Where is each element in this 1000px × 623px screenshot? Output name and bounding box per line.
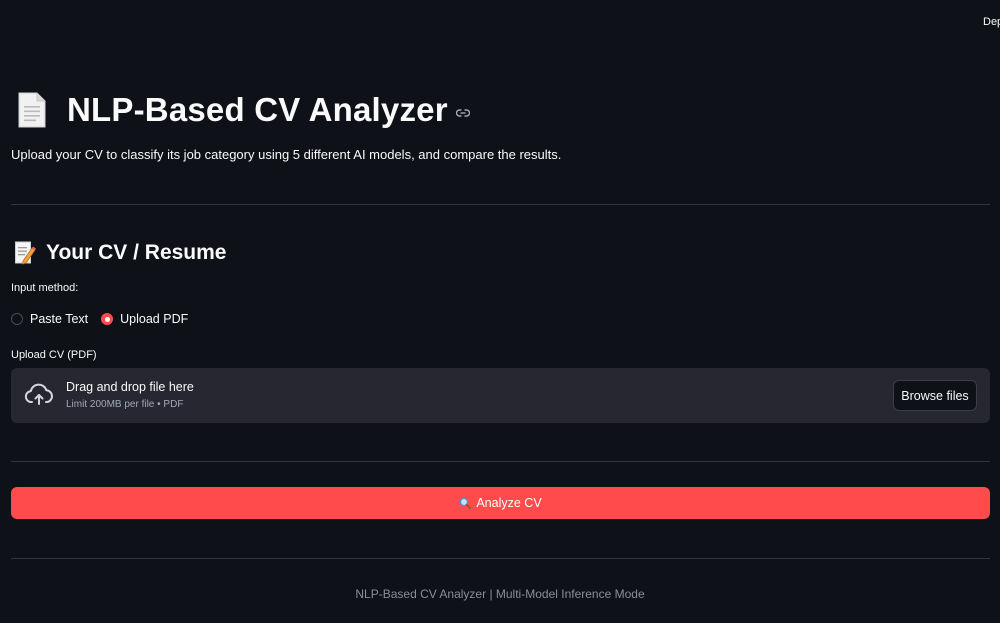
magnifying-glass-icon (459, 497, 472, 509)
radio-label: Upload PDF (120, 312, 189, 326)
input-method-label: Input method: (11, 282, 79, 294)
page-title: NLP-Based CV Analyzer (67, 91, 448, 128)
divider (11, 204, 990, 205)
divider (11, 558, 990, 559)
dropzone-instructions: Drag and drop file here (66, 380, 194, 394)
cloud-upload-icon (24, 382, 54, 408)
radio-option-paste-text[interactable]: Paste Text (11, 312, 88, 326)
radio-label: Paste Text (30, 312, 89, 326)
memo-pencil-icon (14, 240, 38, 266)
section-header: Your CV / Resume (14, 238, 227, 268)
section-title: Your CV / Resume (46, 241, 227, 264)
page-title-row: NLP-Based CV Analyzer (11, 88, 470, 132)
page-document-icon (11, 88, 53, 132)
browse-files-button[interactable]: Browse files (893, 380, 977, 411)
radio-button-selected[interactable] (101, 313, 114, 325)
page-subtitle: Upload your CV to classify its job categ… (11, 147, 562, 162)
analyze-cv-button[interactable]: Analyze CV (11, 487, 990, 519)
app-page: Deploy NLP-Based CV Analyzer Upload your… (0, 0, 1000, 623)
radio-option-upload-pdf[interactable]: Upload PDF (101, 312, 188, 326)
radio-button-unselected[interactable] (11, 313, 23, 325)
input-method-radio-group: Paste Text Upload PDF (11, 310, 201, 328)
upload-cv-label: Upload CV (PDF) (11, 349, 97, 361)
analyze-cv-label: Analyze CV (476, 496, 542, 510)
link-icon[interactable] (455, 106, 470, 120)
file-dropzone[interactable]: Drag and drop file here Limit 200MB per … (11, 368, 990, 423)
deploy-button[interactable]: Deploy (983, 16, 1000, 28)
dropzone-limit-text: Limit 200MB per file • PDF (66, 399, 184, 410)
divider (11, 461, 990, 462)
footer-text: NLP-Based CV Analyzer | Multi-Model Infe… (355, 587, 645, 601)
